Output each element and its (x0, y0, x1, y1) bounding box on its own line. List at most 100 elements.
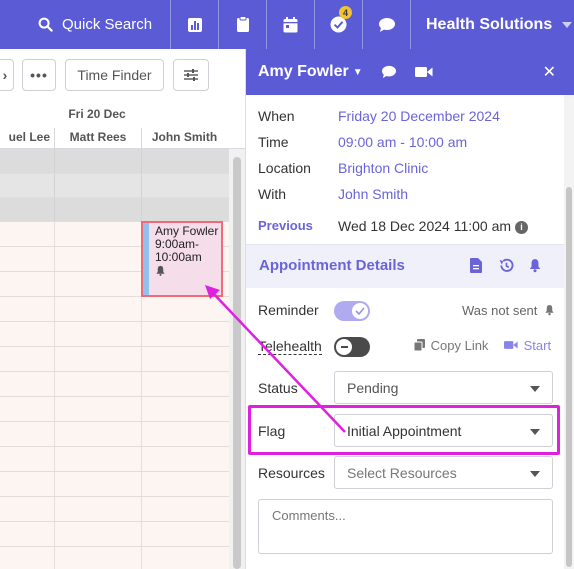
chevron-left-icon: › (2, 67, 8, 83)
when-label: When (258, 108, 295, 124)
with-value[interactable]: John Smith (338, 186, 408, 202)
comments-textarea[interactable]: Comments... (258, 499, 553, 554)
calendar-date: Fri 20 Dec (68, 107, 126, 121)
sliders-icon (184, 69, 198, 81)
time-slot-row[interactable] (0, 174, 229, 198)
reports-button[interactable] (170, 0, 218, 49)
ellipsis-icon: ••• (30, 67, 48, 83)
toggle-knob (336, 339, 352, 355)
chat-bubble-icon (378, 17, 395, 32)
bell-icon (156, 265, 165, 276)
tasks-badge: 4 (339, 6, 352, 19)
appointment-details-header: Appointment Details (246, 244, 565, 288)
calendar-header: Fri 20 Dec uel Lee Matt Rees John Smith (0, 101, 245, 149)
time-slot-row[interactable] (0, 397, 229, 422)
close-icon[interactable]: ✕ (543, 62, 556, 82)
info-icon[interactable]: i (515, 221, 529, 234)
filters-button[interactable] (173, 59, 209, 91)
resources-label: Resources (258, 465, 325, 481)
time-slot-row[interactable] (0, 372, 229, 397)
with-label: With (258, 186, 286, 202)
resources-select[interactable]: Select Resources (334, 456, 553, 489)
top-nav: Quick Search 4 Health Solutions (0, 0, 574, 49)
time-slot-row[interactable] (0, 522, 229, 547)
reminder-toggle[interactable] (334, 301, 370, 321)
previous-value: Wed 18 Dec 2024 11:00 am i (338, 218, 529, 234)
messages-button[interactable] (362, 0, 410, 49)
time-slot-row[interactable] (0, 322, 229, 347)
calendar-button[interactable] (266, 0, 314, 49)
time-slot-row[interactable] (0, 447, 229, 472)
reminder-status: Was not sent (462, 303, 555, 318)
time-slot-row[interactable] (0, 347, 229, 372)
toggle-knob (352, 303, 368, 319)
calendar-scrollbar[interactable] (229, 149, 245, 569)
previous-label[interactable]: Previous (258, 218, 338, 233)
calendar-grid (0, 149, 229, 569)
scrollbar-thumb[interactable] (566, 187, 572, 567)
organization-menu[interactable]: Health Solutions (410, 0, 574, 49)
resources-placeholder: Select Resources (347, 465, 457, 481)
calendar-toolbar: › ••• Time Finder (0, 49, 245, 101)
copy-link-button[interactable]: Copy Link (413, 338, 489, 353)
search-icon (38, 17, 53, 32)
appointment-time: 9:00am-10:00am (155, 237, 202, 264)
patient-name[interactable]: Amy Fowler (258, 63, 349, 81)
nav-prev-button[interactable]: › (0, 59, 14, 91)
history-icon[interactable] (498, 258, 514, 273)
time-slot-row[interactable] (0, 497, 229, 522)
column-header-practitioner[interactable]: John Smith (141, 128, 227, 148)
chevron-down-icon (562, 21, 573, 28)
status-select[interactable]: Pending (334, 371, 553, 404)
chevron-down-icon (530, 386, 540, 392)
video-icon (504, 341, 518, 349)
clipboard-button[interactable] (218, 0, 266, 49)
start-label: Start (523, 338, 552, 353)
minus-icon (340, 346, 348, 348)
panel-scrollbar[interactable] (564, 95, 574, 569)
previous-date: Wed 18 Dec 2024 11:00 am (338, 218, 512, 234)
calendar-icon (283, 16, 298, 32)
clipboard-icon (236, 16, 249, 32)
copy-icon (413, 339, 425, 352)
time-slot-row[interactable] (0, 472, 229, 497)
bell-icon[interactable] (528, 258, 542, 273)
column-header-practitioner[interactable]: uel Lee (0, 128, 54, 148)
chevron-down-icon (530, 471, 540, 477)
status-value: Pending (347, 380, 399, 396)
flag-highlight-box (248, 405, 560, 455)
chat-icon[interactable] (381, 65, 397, 79)
more-options-button[interactable]: ••• (22, 59, 56, 91)
panel-header: Amy Fowler ▼ ✕ (246, 49, 574, 95)
telehealth-toggle[interactable] (334, 337, 370, 357)
time-slot-row[interactable] (0, 297, 229, 322)
scrollbar-thumb[interactable] (233, 157, 241, 569)
time-value[interactable]: 09:00 am - 10:00 am (338, 134, 467, 150)
tasks-button[interactable]: 4 (314, 0, 362, 49)
time-slot-row[interactable] (0, 198, 229, 222)
column-header-practitioner[interactable]: Matt Rees (54, 128, 141, 148)
document-icon[interactable] (470, 258, 482, 273)
telehealth-label[interactable]: Telehealth (258, 338, 322, 355)
start-telehealth-button[interactable]: Start (504, 338, 551, 353)
time-slot-row[interactable] (0, 547, 229, 569)
reminder-status-text: Was not sent (462, 303, 538, 318)
time-label: Time (258, 134, 289, 150)
when-value[interactable]: Friday 20 December 2024 (338, 108, 500, 124)
time-finder-button[interactable]: Time Finder (65, 59, 164, 91)
time-finder-label: Time Finder (77, 67, 152, 83)
time-slot-row[interactable] (0, 422, 229, 447)
chevron-down-icon[interactable]: ▼ (353, 67, 363, 78)
appointment-block[interactable]: Amy Fowler 9:00am-10:00am (141, 221, 223, 297)
quick-search-label: Quick Search (62, 16, 153, 33)
copy-link-label: Copy Link (430, 338, 489, 353)
video-icon[interactable] (414, 66, 433, 78)
time-slot-row[interactable] (0, 149, 229, 174)
quick-search-button[interactable]: Quick Search (8, 0, 170, 49)
reminder-label: Reminder (258, 302, 319, 318)
bell-icon (545, 304, 554, 316)
appointment-panel: Amy Fowler ▼ ✕ When Friday 20 December 2… (245, 49, 574, 569)
section-title: Appointment Details (259, 257, 405, 274)
location-label: Location (258, 160, 311, 176)
location-value[interactable]: Brighton Clinic (338, 160, 428, 176)
